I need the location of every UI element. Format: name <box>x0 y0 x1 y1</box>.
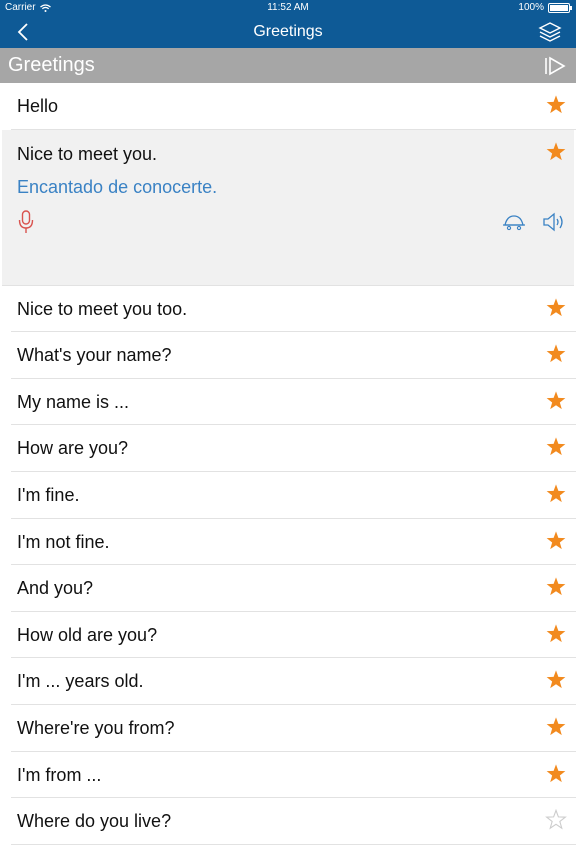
phrase-row[interactable]: Hello <box>11 83 576 130</box>
phrase-row[interactable]: Nice to meet you too. <box>11 286 576 333</box>
phrase-row[interactable]: How old are you? <box>11 612 576 659</box>
star-icon[interactable] <box>545 390 567 412</box>
star-icon[interactable] <box>545 483 567 505</box>
slow-speed-turtle-icon[interactable] <box>502 213 526 231</box>
play-icon <box>545 56 566 76</box>
phrase-text: What's your name? <box>17 345 172 366</box>
page-title: Greetings <box>253 23 323 40</box>
play-all-button[interactable] <box>544 55 566 77</box>
phrase-text: Nice to meet you too. <box>17 298 188 319</box>
chevron-left-icon <box>17 23 28 41</box>
phrase-row[interactable]: I'm ... years old. <box>11 658 576 705</box>
phrase-text: I'm fine. <box>17 484 80 505</box>
phrase-row[interactable]: What's your name? <box>11 332 576 379</box>
phrase-text: I'm not fine. <box>17 531 110 552</box>
star-outline-icon[interactable] <box>545 809 567 831</box>
phrase-text: Where do you live? <box>17 811 172 832</box>
phrase-text: Where're you from? <box>17 717 175 738</box>
battery-icon <box>548 2 572 13</box>
layers-icon <box>538 22 562 42</box>
star-icon[interactable] <box>545 297 567 319</box>
microphone-icon[interactable] <box>17 209 35 234</box>
phrase-translation: Encantado de conocerte. <box>17 176 218 197</box>
phrase-row[interactable]: And you? <box>11 565 576 612</box>
star-icon[interactable] <box>545 623 567 645</box>
status-bar: Carrier 11:52 AM 100% <box>0 0 576 16</box>
star-icon[interactable] <box>545 141 567 163</box>
star-icon[interactable] <box>545 763 567 785</box>
phrase-row[interactable]: I'm fine. <box>11 472 576 519</box>
battery-indicator: 100% <box>518 2 572 13</box>
star-icon[interactable] <box>545 669 567 691</box>
phrase-text: How old are you? <box>17 624 158 645</box>
phrase-text: Hello <box>17 96 59 116</box>
phrase-list: Hello Nice to meet you. Encantado de con… <box>0 83 576 845</box>
star-icon[interactable] <box>545 436 567 458</box>
phrase-row[interactable]: Where're you from? <box>11 705 576 752</box>
navigation-bar: Greetings <box>0 16 576 48</box>
phrase-text: Nice to meet you. <box>17 143 158 164</box>
phrase-text: How are you? <box>17 438 129 459</box>
star-icon[interactable] <box>545 716 567 738</box>
star-icon[interactable] <box>545 94 567 116</box>
star-icon[interactable] <box>545 576 567 598</box>
phrase-text: My name is ... <box>17 391 130 412</box>
star-icon[interactable] <box>545 343 567 365</box>
layers-button[interactable] <box>538 20 562 44</box>
phrase-row[interactable]: Where do you live? <box>11 798 576 845</box>
battery-percent: 100% <box>518 2 544 13</box>
phrase-row[interactable]: My name is ... <box>11 379 576 426</box>
phrase-row[interactable]: I'm not fine. <box>11 519 576 566</box>
section-title: Greetings <box>8 54 95 76</box>
star-icon[interactable] <box>545 530 567 552</box>
phrase-text: I'm ... years old. <box>17 671 144 692</box>
phrase-row[interactable]: I'm from ... <box>11 752 576 799</box>
back-button[interactable] <box>12 21 34 43</box>
speaker-icon[interactable] <box>542 211 566 233</box>
expanded-phrase-card[interactable]: Nice to meet you. Encantado de conocerte… <box>2 129 574 286</box>
phrase-text: And you? <box>17 578 94 599</box>
clock: 11:52 AM <box>267 2 309 13</box>
phrase-row[interactable]: How are you? <box>11 425 576 472</box>
section-header: Greetings <box>0 48 576 83</box>
